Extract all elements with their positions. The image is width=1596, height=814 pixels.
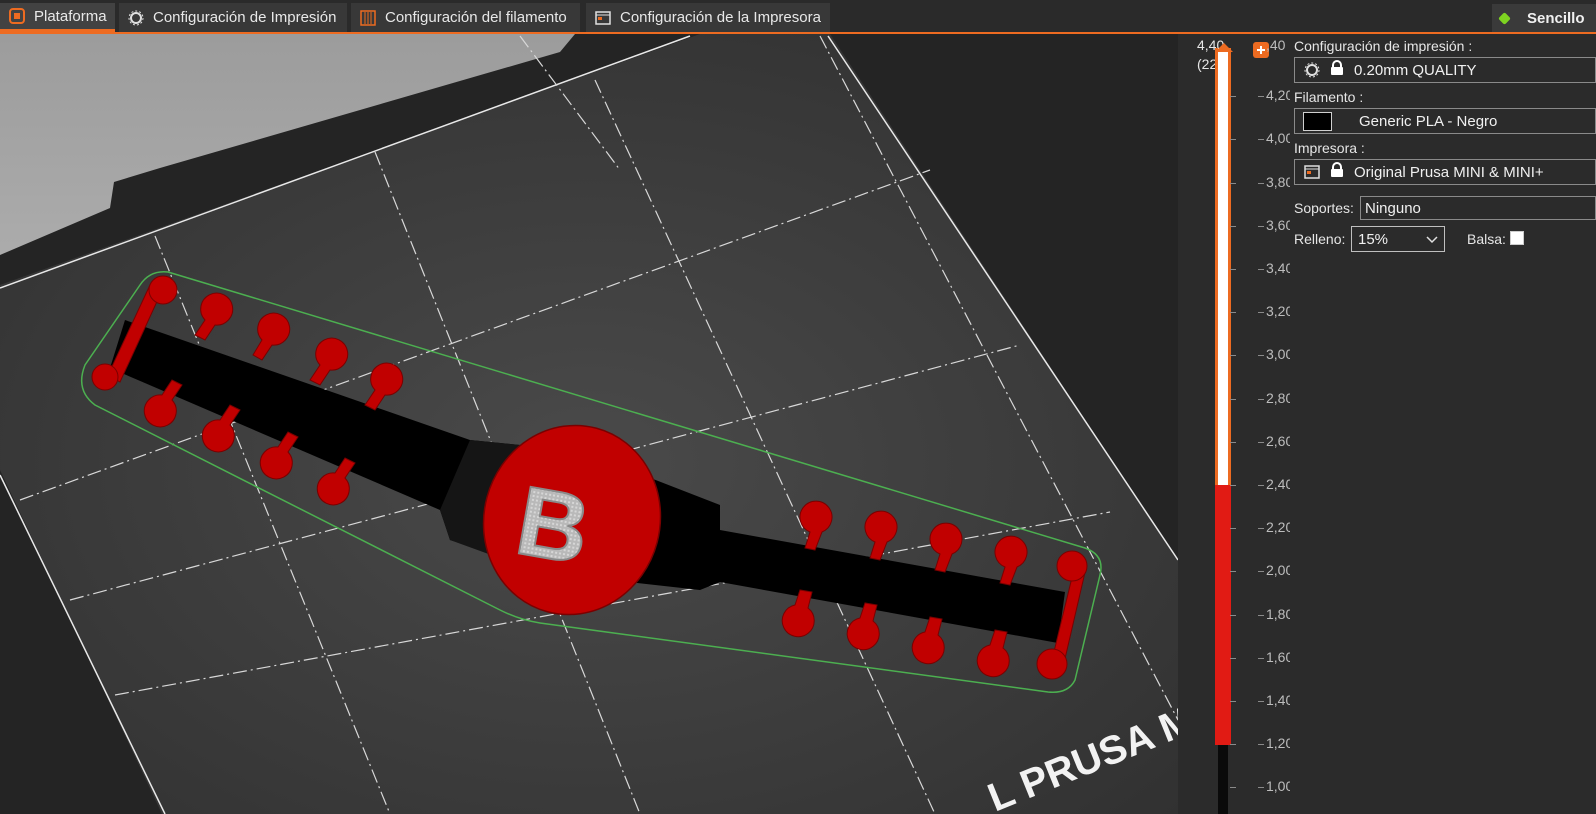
layer-tick-mark [1258, 312, 1264, 314]
layer-tick-mark [1258, 269, 1264, 270]
slider-selected-range [1215, 485, 1231, 745]
layer-tick-mark [1230, 312, 1236, 314]
layer-tick-mark [1258, 744, 1264, 746]
layer-tick-mark [1230, 269, 1236, 270]
printer-icon [594, 9, 612, 27]
layer-tick-mark [1230, 528, 1236, 530]
gear-icon [1303, 61, 1321, 79]
brim-checkbox[interactable] [1510, 231, 1524, 245]
filament-profile-value: Generic PLA - Negro [1359, 112, 1498, 130]
spool-icon [359, 9, 377, 27]
layer-tick-mark [1258, 225, 1264, 227]
layer-tick-mark [1230, 614, 1236, 616]
tab-print-settings-label: Configuración de Impresión [153, 9, 337, 26]
supports-value: Ninguno [1365, 199, 1421, 217]
tab-print-settings[interactable]: Configuración de Impresión [119, 3, 347, 32]
supports-label: Soportes: [1294, 200, 1354, 216]
layer-tick-mark [1258, 701, 1264, 702]
printer-icon [1303, 163, 1321, 181]
layer-tick-mark [1258, 787, 1264, 789]
layer-tick-mark [1230, 96, 1236, 98]
filament-color-swatch[interactable] [1303, 111, 1332, 131]
layer-tick-mark [1230, 701, 1236, 702]
layer-tick-mark [1230, 139, 1236, 141]
slider-unselected-track [1215, 48, 1231, 485]
infill-combo[interactable]: 15% [1351, 226, 1445, 252]
layer-tick-mark [1258, 139, 1264, 141]
tab-printer-settings[interactable]: Configuración de la Impresora [586, 3, 830, 32]
layer-tick-mark [1230, 398, 1236, 400]
plater-icon [8, 7, 26, 25]
layer-tick-mark [1230, 485, 1236, 486]
brim-label: Balsa: [1467, 231, 1506, 247]
tab-printer-settings-label: Configuración de la Impresora [620, 9, 821, 26]
slider-lower-track [1218, 745, 1228, 814]
layer-tick-mark [1258, 398, 1264, 400]
layer-tick-mark [1230, 441, 1236, 443]
printer-profile-value: Original Prusa MINI & MINI+ [1354, 163, 1544, 181]
slider-top-handle[interactable] [1213, 40, 1273, 62]
print-profile-combo[interactable]: 0.20mm QUALITY [1294, 57, 1596, 83]
lock-icon [1330, 60, 1344, 80]
print-profile-value: 0.20mm QUALITY [1354, 61, 1477, 79]
mode-label: Sencillo [1527, 9, 1585, 27]
layer-tick-mark [1258, 96, 1264, 98]
filament-label: Filamento : [1294, 89, 1364, 105]
layer-tick-label: ,40 [1266, 37, 1286, 53]
layer-tick-mark [1230, 787, 1236, 789]
chevron-down-icon[interactable] [1424, 230, 1440, 248]
layer-tick-mark [1230, 744, 1236, 746]
lock-icon [1330, 162, 1344, 182]
gear-icon [127, 9, 145, 27]
layer-tick-mark [1230, 571, 1236, 573]
layer-slider[interactable] [1215, 48, 1231, 814]
layer-tick-mark [1258, 571, 1264, 573]
printer-profile-combo[interactable]: Original Prusa MINI & MINI+ [1294, 159, 1596, 185]
supports-combo[interactable]: Ninguno [1360, 196, 1596, 220]
tab-plater-label: Plataforma [34, 7, 107, 25]
layer-tick-mark [1258, 657, 1264, 659]
filament-profile-combo[interactable]: Generic PLA - Negro [1294, 108, 1596, 134]
tab-filament-settings[interactable]: Configuración del filamento [351, 3, 580, 32]
layer-tick-mark [1230, 225, 1236, 227]
layer-tick-mark [1258, 614, 1264, 616]
mode-selector[interactable]: Sencillo [1492, 4, 1596, 32]
layer-tick-mark [1230, 657, 1236, 659]
tab-plater[interactable]: Plataforma [0, 3, 115, 32]
mode-indicator-icon [1498, 11, 1511, 25]
3d-viewport[interactable]: L PRUSA M B [0, 34, 1178, 814]
infill-label: Relleno: [1294, 231, 1346, 247]
layer-tick-mark [1230, 355, 1236, 357]
layer-tick-mark [1258, 182, 1264, 184]
printer-label: Impresora : [1294, 140, 1365, 156]
layer-tick-mark [1230, 182, 1236, 184]
layer-tick-mark [1258, 528, 1264, 530]
tab-bar: Plataforma Configuración de Impresión Co… [0, 0, 1596, 34]
print-settings-label: Configuración de impresión : [1294, 38, 1473, 54]
layer-tick-mark [1258, 441, 1264, 443]
layer-tick-mark [1258, 485, 1264, 486]
layer-tick-mark [1258, 355, 1264, 357]
infill-value: 15% [1358, 230, 1389, 248]
tab-filament-settings-label: Configuración del filamento [385, 9, 567, 26]
